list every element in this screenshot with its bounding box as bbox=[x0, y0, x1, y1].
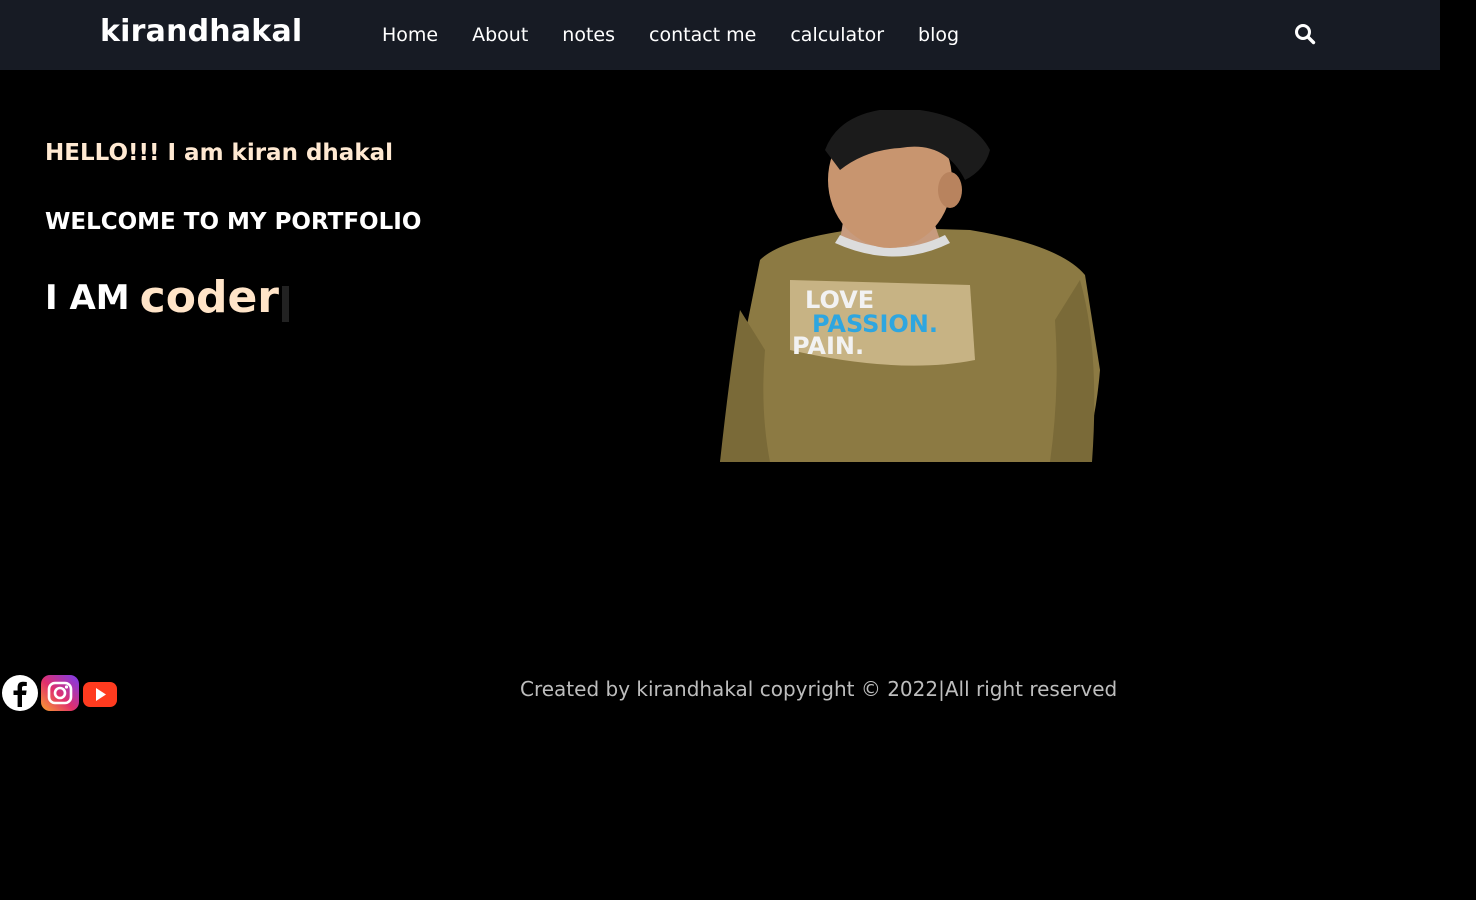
instagram-icon[interactable] bbox=[40, 673, 80, 713]
nav-link-contact[interactable]: contact me bbox=[649, 22, 756, 48]
nav-links: Home About notes contact me calculator b… bbox=[382, 22, 993, 48]
nav-link-calculator[interactable]: calculator bbox=[790, 22, 884, 48]
copyright-text: Created by kirandhakal copyright © 2022|… bbox=[520, 677, 1118, 701]
hello-heading: HELLO!!! I am kiran dhakal bbox=[45, 140, 394, 166]
nav-link-about[interactable]: About bbox=[472, 22, 528, 48]
portfolio-page: kirandhakal Home About notes contact me … bbox=[0, 0, 1476, 900]
nav-link-notes[interactable]: notes bbox=[562, 22, 615, 48]
typed-role: coder bbox=[139, 272, 279, 323]
typing-line: I AM coder bbox=[45, 270, 289, 326]
youtube-icon[interactable] bbox=[80, 673, 120, 713]
shirt-print-pain: PAIN. bbox=[792, 332, 864, 360]
facebook-icon[interactable] bbox=[0, 673, 40, 713]
profile-photo: LOVE PASSION. PAIN. bbox=[700, 108, 1120, 466]
navbar: kirandhakal Home About notes contact me … bbox=[0, 0, 1440, 70]
search-icon[interactable] bbox=[1294, 23, 1316, 45]
nav-link-home[interactable]: Home bbox=[382, 22, 438, 48]
welcome-text: WELCOME TO MY PORTFOLIO bbox=[45, 209, 422, 235]
iam-prefix: I AM bbox=[45, 278, 130, 318]
nav-link-blog[interactable]: blog bbox=[918, 22, 959, 48]
typing-cursor bbox=[282, 286, 289, 322]
site-logo[interactable]: kirandhakal bbox=[100, 14, 302, 49]
social-links bbox=[0, 673, 120, 713]
